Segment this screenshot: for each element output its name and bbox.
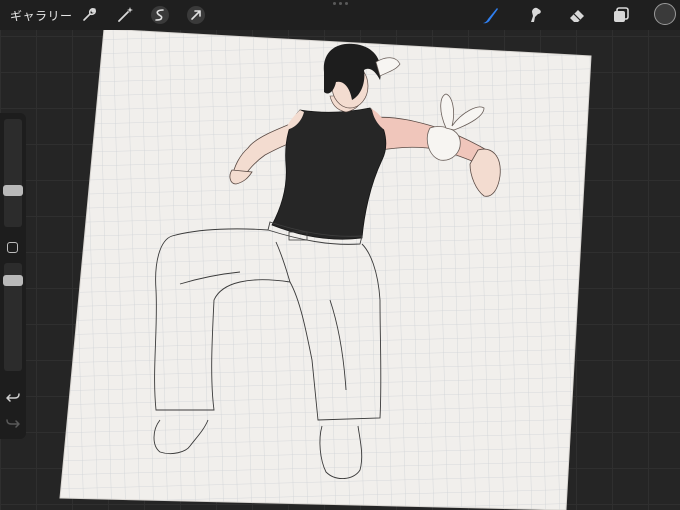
sidebar [0,113,26,439]
brush-size-thumb[interactable] [3,185,23,196]
redo-icon[interactable] [5,415,21,431]
layers-icon[interactable] [610,4,632,26]
toolbar-grabber [330,2,350,6]
eraser-icon[interactable] [566,4,588,26]
gallery-button[interactable]: ギャラリー [10,7,73,24]
opacity-thumb[interactable] [3,275,23,286]
undo-icon[interactable] [5,389,21,405]
brush-icon[interactable] [479,4,501,26]
brush-size-slider[interactable] [4,119,22,227]
canvas-area[interactable] [0,0,680,510]
transform-arrow-icon[interactable] [185,4,207,26]
selection-icon[interactable] [149,4,171,26]
wrench-icon[interactable] [78,4,100,26]
magic-wand-icon[interactable] [114,4,136,26]
color-picker[interactable] [654,3,676,25]
smudge-icon[interactable] [524,4,546,26]
modify-button[interactable] [7,242,18,253]
top-toolbar: ギャラリー [0,0,680,30]
